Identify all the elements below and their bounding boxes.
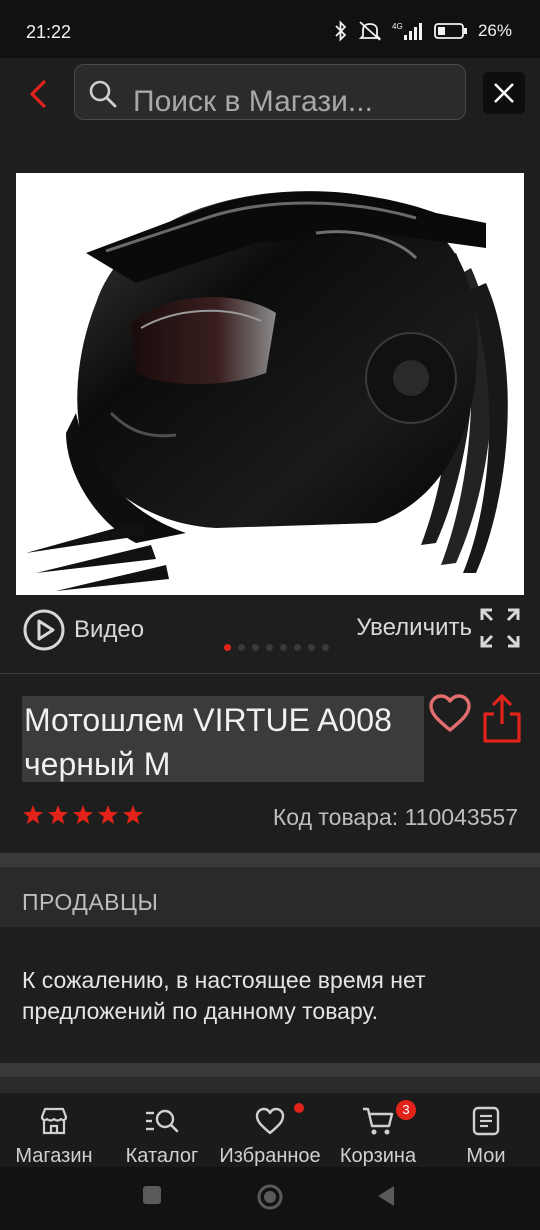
system-back-icon[interactable] [376,1185,396,1207]
close-icon [494,83,514,103]
gallery-dot[interactable] [308,644,315,651]
zoom-label: Увеличить [356,614,472,641]
top-bar: Поиск в Магази... [0,58,540,148]
star-icon [98,805,118,824]
home-icon[interactable] [256,1183,284,1211]
search-input[interactable]: Поиск в Магази... [74,64,466,120]
product-image[interactable] [16,173,524,595]
sellers-header: ПРОДАВЦЫ [0,867,540,927]
product-title-block: Мотошлем VIRTUE A008 черный М [22,696,424,782]
gallery-dot[interactable] [266,644,273,651]
nav-item-catalog[interactable]: Каталог [108,1093,216,1167]
rating-stars [22,804,144,826]
nav-label: Корзина [339,1145,417,1167]
cart-count-badge: 3 [396,1100,416,1120]
play-circle-icon [23,609,65,651]
mute-icon [358,21,382,41]
video-label: Видео [74,616,145,643]
product-title: Мотошлем VIRTUE A008 черный М [24,702,392,782]
video-button[interactable]: Видео [22,608,144,652]
nav-item-store[interactable]: Магазин [0,1093,108,1167]
share-button[interactable] [482,694,522,744]
expand-icon [480,608,520,648]
favorites-indicator-dot [294,1103,304,1113]
no-offers-message: К сожалению, в настоящее время нет предл… [22,967,426,1024]
nav-label: Магазин [15,1145,93,1167]
heart-outline-icon [429,694,471,732]
gallery-dot[interactable] [294,644,301,651]
back-icon [30,80,46,108]
battery-percent: 26% [477,21,512,40]
search-icon [89,80,117,108]
star-icon [73,805,93,824]
gallery-dot[interactable] [252,644,259,651]
back-button[interactable] [22,76,58,112]
store-icon [40,1107,68,1135]
network-type-label: 4G [392,22,403,31]
cart-icon [363,1107,394,1135]
gallery-dots [224,644,329,651]
nav-label: Избранное [219,1145,321,1167]
favorite-button[interactable] [428,692,472,736]
section-strip [0,1077,540,1093]
bluetooth-icon [335,20,347,42]
catalog-search-icon [146,1109,179,1133]
sellers-body: К сожалению, в настоящее время нет предл… [0,927,540,1063]
signal-icon: 4G [392,22,422,40]
star-icon [48,805,68,824]
recent-apps-icon[interactable] [142,1185,162,1205]
star-icon [23,805,43,824]
status-icons: 4G 26% [334,20,512,42]
battery-icon [434,23,467,39]
gallery-dot[interactable] [238,644,245,651]
sellers-title: ПРОДАВЦЫ [22,889,159,915]
nav-label: Мои [466,1145,506,1167]
section-separator [0,1063,540,1077]
nav-item-favorites[interactable]: Избранное [216,1093,324,1167]
section-separator [0,853,540,867]
media-row: Видео Увеличить [0,600,540,660]
gallery-dot[interactable] [322,644,329,651]
nav-item-my[interactable]: Мои [432,1093,540,1167]
star-icon [123,805,143,824]
share-icon [483,694,521,743]
helmet-illustration [26,191,508,591]
close-button[interactable] [483,72,525,114]
status-bar: 21:22 4G 26% [0,0,540,58]
orders-icon [472,1106,500,1136]
nav-label: Каталог [125,1145,199,1167]
heart-icon [255,1107,285,1135]
bottom-nav: Магазин Каталог Избранное 3 Корзина Мои [0,1093,540,1167]
divider [0,673,540,674]
zoom-button[interactable]: Увеличить [356,608,520,648]
product-sku: Код товара: 110043557 [272,804,518,830]
search-placeholder: Поиск в Магази... [133,85,373,118]
gallery-dot[interactable] [280,644,287,651]
nav-item-cart[interactable]: 3 Корзина [324,1093,432,1167]
gallery-dot[interactable] [224,644,231,651]
status-time: 21:22 [26,22,72,42]
system-navigation-bar [0,1167,540,1230]
